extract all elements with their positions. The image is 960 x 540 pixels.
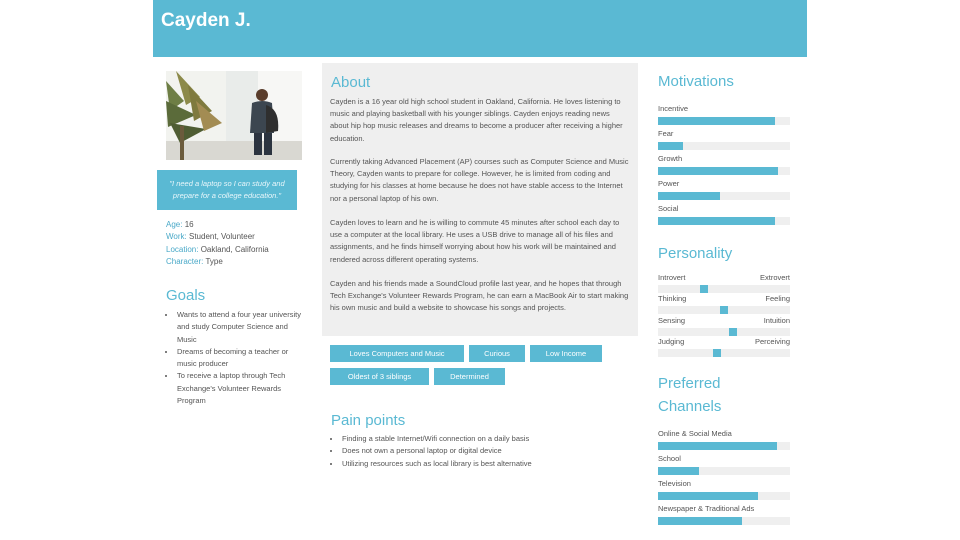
channel-bar-fill	[658, 517, 742, 525]
fact-character-label: Character:	[166, 257, 204, 267]
channel-label: Television	[658, 479, 691, 488]
motivation-bar-fill	[658, 167, 778, 175]
fact-work-value: Student, Volunteer	[188, 232, 255, 242]
motivation-label: Social	[658, 204, 679, 213]
personality-marker	[713, 348, 721, 357]
motivation-bar-track	[658, 192, 790, 200]
channel-bar-fill	[658, 442, 777, 450]
goals-list: Wants to attend a four year university a…	[166, 309, 308, 407]
motivation-label: Power	[658, 179, 680, 188]
channel-label: Newspaper & Traditional Ads	[658, 504, 755, 513]
personality-right-label: Extrovert	[759, 273, 790, 282]
channel-bar-fill	[658, 467, 699, 475]
motivation-label: Fear	[658, 129, 674, 138]
personality-track	[658, 306, 790, 315]
about-panel: About Cayden is a 16 year old high schoo…	[322, 63, 638, 336]
personality-left-label: Introvert	[658, 273, 686, 282]
about-paragraph-4: Cayden and his friends made a SoundCloud…	[330, 279, 629, 313]
personality-right-label: Intuition	[763, 315, 790, 325]
persona-facts: Age: 16 Work: Student, Volunteer Locatio…	[166, 219, 296, 269]
personality-marker	[700, 285, 708, 293]
persona-quote-text: "I need a laptop so I can study and prep…	[169, 179, 285, 200]
channel-bar-track	[658, 517, 790, 525]
header-bar: Cayden J.	[153, 0, 807, 57]
motivation-bar-track	[658, 142, 790, 150]
about-paragraph-2: Currently taking Advanced Placement (AP)…	[330, 157, 629, 203]
motivation-bar-fill	[658, 142, 683, 150]
motivation-label: Growth	[658, 154, 683, 163]
motivation-label: Incentive	[658, 104, 689, 113]
personality-track	[658, 327, 790, 336]
about-title: About	[331, 74, 371, 91]
pain-point-item: Finding a stable Internet/Wifi connectio…	[341, 433, 641, 445]
fact-age: Age: 16	[166, 219, 296, 231]
motivation-bar-fill	[658, 192, 720, 200]
pain-points-title: Pain points	[331, 412, 406, 429]
goal-item: Dreams of becoming a teacher or music pr…	[176, 346, 308, 371]
channels-title-line-2: Channels	[658, 398, 722, 415]
pain-point-item: Utilizing resources such as local librar…	[341, 458, 641, 470]
channel-bar-track	[658, 442, 790, 450]
personality-track	[658, 285, 790, 293]
persona-photo-image	[166, 71, 302, 160]
fact-character: Character: Type	[166, 256, 296, 268]
personality-left-label: Judging	[658, 336, 685, 346]
tag-loves-computers: Loves Computers and Music	[330, 345, 464, 362]
motivation-bar-fill	[658, 217, 775, 225]
persona-quote: "I need a laptop so I can study and prep…	[157, 170, 297, 210]
channel-label: Online & Social Media	[658, 429, 732, 438]
personality-track	[658, 348, 790, 357]
channel-label: School	[658, 454, 681, 463]
persona-name: Cayden J.	[161, 10, 251, 31]
channel-bar-track	[658, 467, 790, 475]
about-paragraph-3: Cayden loves to learn and he is willing …	[330, 218, 620, 264]
goal-item: Wants to attend a four year university a…	[176, 309, 308, 346]
fact-work: Work: Student, Volunteer	[166, 231, 296, 243]
fact-age-value: 16	[184, 220, 194, 229]
tag-low-income: Low Income	[530, 345, 602, 362]
motivation-bar-track	[658, 217, 790, 225]
personality-right-label: Feeling	[765, 294, 790, 304]
persona-photo	[166, 71, 302, 160]
personality-right-label: Perceiving	[754, 336, 790, 346]
motivations-title: Motivations	[658, 73, 734, 90]
motivation-bar-fill	[658, 117, 775, 125]
pain-points-list: Finding a stable Internet/Wifi connectio…	[331, 433, 641, 470]
goals-title: Goals	[166, 287, 206, 304]
about-paragraph-1: Cayden is a 16 year old high school stud…	[330, 97, 623, 143]
personality-title: Personality	[658, 245, 733, 262]
motivation-bar-track	[658, 117, 790, 125]
channel-bar-fill	[658, 492, 758, 500]
fact-location-label: Location:	[166, 244, 199, 254]
fact-location-value: Oakland, California	[200, 244, 269, 254]
personality-left-label: Sensing	[658, 315, 686, 325]
fact-work-label: Work:	[166, 232, 187, 242]
pain-point-item: Does not own a personal laptop or digita…	[341, 445, 641, 457]
fact-age-label: Age:	[166, 220, 183, 229]
fact-character-value: Type	[205, 257, 223, 267]
tag-curious: Curious	[469, 345, 525, 362]
personality-left-label: Thinking	[658, 294, 687, 304]
tag-oldest-sibling: Oldest of 3 siblings	[330, 368, 429, 385]
personality-marker	[720, 306, 728, 315]
tag-determined: Determined	[434, 368, 505, 385]
channel-bar-track	[658, 492, 790, 500]
channels-title-line-1: Preferred	[658, 375, 721, 392]
fact-location: Location: Oakland, California	[166, 244, 296, 256]
motivation-bar-track	[658, 167, 790, 175]
goal-item: To receive a laptop through Tech Exchang…	[176, 370, 308, 407]
personality-marker	[729, 327, 737, 336]
